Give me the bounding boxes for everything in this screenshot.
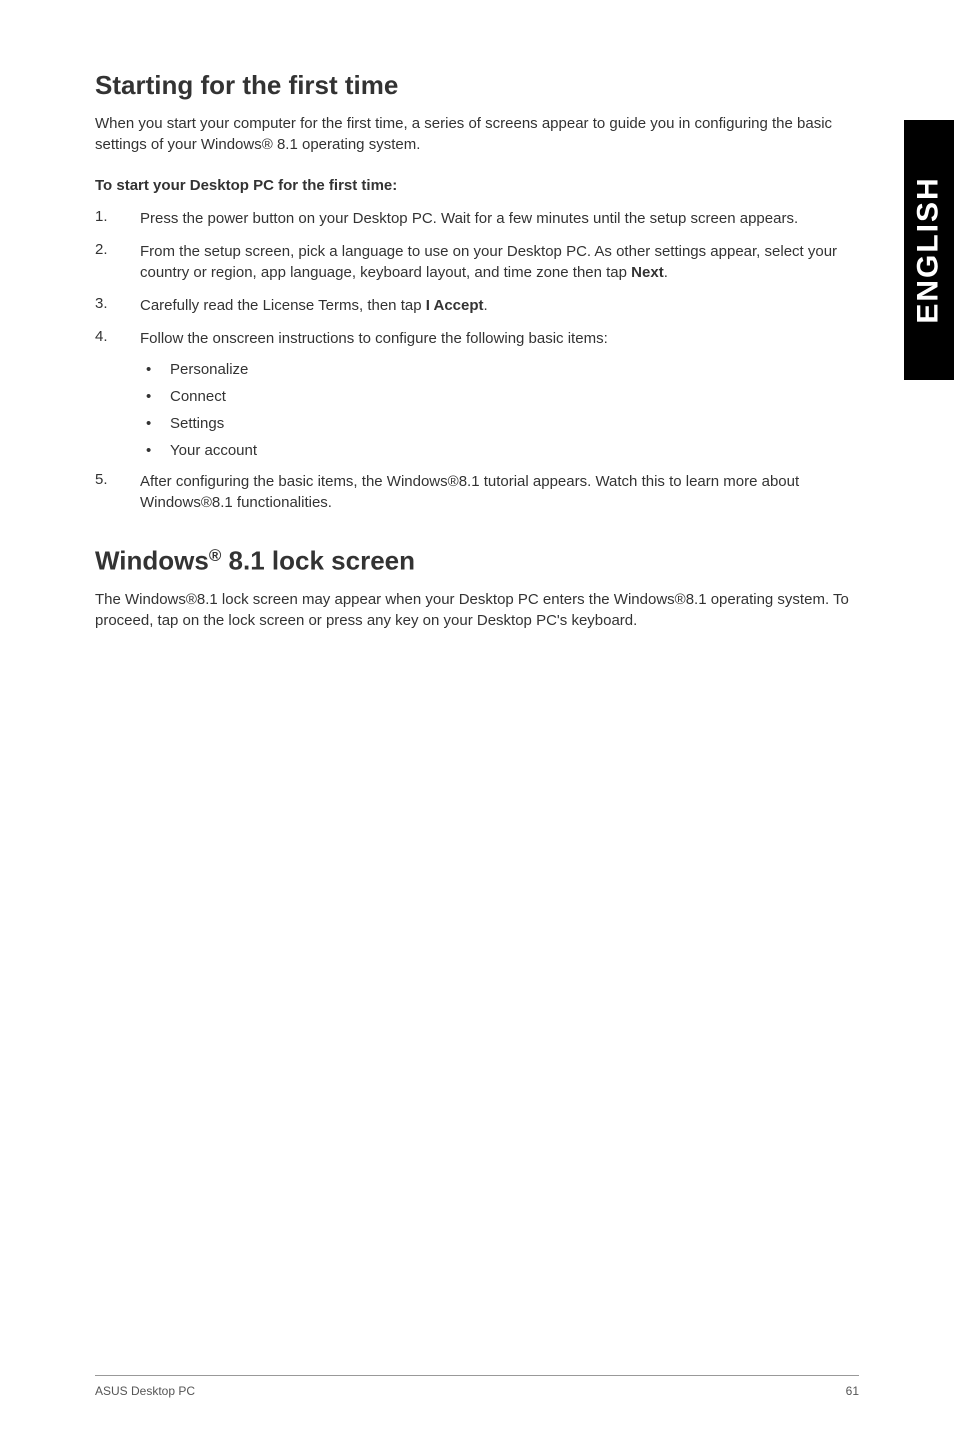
step-number: 1. bbox=[95, 208, 140, 229]
step-4: 4. Follow the onscreen instructions to c… bbox=[95, 328, 859, 349]
list-item: • Personalize bbox=[140, 361, 859, 378]
step-2: 2. From the setup screen, pick a languag… bbox=[95, 241, 859, 283]
bullet-text: Connect bbox=[170, 388, 226, 405]
bullet-dot: • bbox=[140, 442, 170, 459]
list-item: • Connect bbox=[140, 388, 859, 405]
language-side-tab: ENGLISH bbox=[904, 120, 954, 380]
section1-intro: When you start your computer for the fir… bbox=[95, 113, 859, 155]
section1-heading: Starting for the first time bbox=[95, 70, 859, 101]
step-5: 5. After configuring the basic items, th… bbox=[95, 471, 859, 513]
heading-pre: Windows bbox=[95, 546, 209, 576]
section1-subheading: To start your Desktop PC for the first t… bbox=[95, 177, 859, 194]
step-text-post: . bbox=[664, 264, 668, 281]
list-item: • Your account bbox=[140, 442, 859, 459]
step-text: Follow the onscreen instructions to conf… bbox=[140, 328, 859, 349]
bullet-dot: • bbox=[140, 388, 170, 405]
page-footer: ASUS Desktop PC 61 bbox=[95, 1375, 859, 1398]
step-text-pre: Carefully read the License Terms, then t… bbox=[140, 297, 426, 314]
step-text: After configuring the basic items, the W… bbox=[140, 471, 859, 513]
bullet-dot: • bbox=[140, 415, 170, 432]
bullet-text: Settings bbox=[170, 415, 224, 432]
language-side-tab-text: ENGLISH bbox=[912, 176, 946, 323]
heading-post: 8.1 lock screen bbox=[221, 546, 415, 576]
step-text: Press the power button on your Desktop P… bbox=[140, 208, 859, 229]
footer-page-number: 61 bbox=[846, 1384, 859, 1398]
list-item: • Settings bbox=[140, 415, 859, 432]
section2-heading: Windows® 8.1 lock screen bbox=[95, 545, 859, 577]
step-text: From the setup screen, pick a language t… bbox=[140, 241, 859, 283]
step-number: 3. bbox=[95, 295, 140, 316]
heading-reg: ® bbox=[209, 546, 221, 565]
page-content: Starting for the first time When you sta… bbox=[0, 0, 954, 631]
section2-intro: The Windows®8.1 lock screen may appear w… bbox=[95, 589, 859, 631]
step-text-post: . bbox=[484, 297, 488, 314]
bullet-text: Your account bbox=[170, 442, 257, 459]
step-text-pre: From the setup screen, pick a language t… bbox=[140, 243, 837, 281]
step-text-bold: Next bbox=[631, 264, 664, 281]
step-number: 5. bbox=[95, 471, 140, 513]
step-4-bullets: • Personalize • Connect • Settings • You… bbox=[140, 361, 859, 459]
bullet-dot: • bbox=[140, 361, 170, 378]
step-text-bold: I Accept bbox=[426, 297, 484, 314]
section2: Windows® 8.1 lock screen The Windows®8.1… bbox=[95, 545, 859, 631]
step-3: 3. Carefully read the License Terms, the… bbox=[95, 295, 859, 316]
step-1: 1. Press the power button on your Deskto… bbox=[95, 208, 859, 229]
step-number: 4. bbox=[95, 328, 140, 349]
step-number: 2. bbox=[95, 241, 140, 283]
bullet-text: Personalize bbox=[170, 361, 248, 378]
step-text: Carefully read the License Terms, then t… bbox=[140, 295, 859, 316]
footer-left: ASUS Desktop PC bbox=[95, 1384, 195, 1398]
